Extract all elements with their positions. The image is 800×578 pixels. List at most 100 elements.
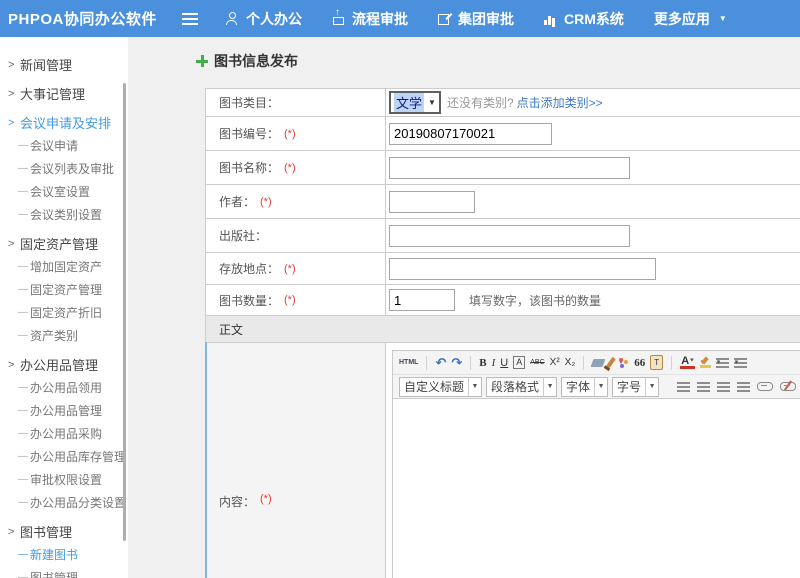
sidebar-item-label: 会议申请 (30, 137, 78, 154)
topbar-nav-item[interactable]: 更多应用 ▼ (654, 9, 727, 29)
align-right-icon[interactable] (717, 382, 730, 392)
paste-icon[interactable]: T (650, 355, 663, 370)
book-name-input[interactable] (389, 157, 630, 179)
topbar-nav-item[interactable]: 个人办公 (226, 9, 302, 29)
sidebar-item[interactable]: 会议室设置 (0, 180, 128, 203)
editor-body[interactable] (393, 399, 800, 578)
category-select[interactable]: 文学 ▼ (389, 91, 441, 114)
align-justify-icon[interactable] (737, 382, 750, 392)
ordered-list-icon[interactable]: ▾ (716, 358, 729, 368)
sidebar-item[interactable]: 固定资产折旧 (0, 301, 128, 324)
sidebar-item[interactable]: 会议申请 (0, 134, 128, 157)
book-no-row: 图书编号： (*) (206, 116, 800, 150)
sidebar-item[interactable]: 办公用品采购 (0, 422, 128, 445)
html-source-icon[interactable]: HTML (399, 357, 418, 369)
required-mark: (*) (284, 263, 296, 275)
unlink-icon[interactable] (780, 382, 796, 391)
sidebar-item[interactable]: 会议列表及审批 (0, 157, 128, 180)
sidebar-item[interactable]: 图书管理 (0, 520, 128, 543)
chevron-right-icon (8, 59, 20, 71)
sidebar-item[interactable]: 办公用品管理 (0, 353, 128, 376)
select-arrow-icon: ▼ (428, 98, 436, 107)
dash-icon (18, 284, 30, 295)
unordered-list-icon[interactable]: ▾ (734, 358, 747, 368)
font-family-select[interactable]: 字体 ▼ (561, 377, 608, 397)
font-size-select[interactable]: 字号 ▼ (612, 377, 659, 397)
chevron-right-icon (8, 359, 20, 371)
strikethrough-icon[interactable]: ABC (530, 357, 544, 369)
sidebar-item[interactable]: 办公用品领用 (0, 376, 128, 399)
sidebar-item-label: 增加固定资产 (30, 258, 102, 275)
quantity-input[interactable] (389, 289, 455, 311)
sidebar-item-label: 资产类别 (30, 327, 78, 344)
dash-icon (18, 209, 30, 220)
required-mark: (*) (284, 294, 296, 306)
content-label: 内容： (219, 493, 255, 510)
color-splash-icon[interactable]: ▾ (618, 357, 629, 368)
category-row: 图书类目： 文学 ▼ 还没有类别? 点击添加类别>> (206, 89, 800, 116)
sidebar-item-label: 办公用品管理 (20, 355, 98, 374)
sidebar-item[interactable]: 新建图书 (0, 543, 128, 566)
sidebar-scrollbar[interactable] (123, 83, 126, 541)
eraser-icon[interactable] (591, 359, 606, 367)
dash-icon (18, 428, 30, 439)
superscript-icon[interactable]: X² (550, 357, 560, 369)
sidebar-item[interactable]: 办公用品管理 (0, 399, 128, 422)
select-arrow-icon: ▼ (645, 378, 658, 396)
italic-icon[interactable]: I (492, 357, 496, 369)
font-box-icon[interactable]: A (513, 356, 525, 369)
publisher-input[interactable] (389, 225, 630, 247)
style-select[interactable]: 自定义标题 ▼ (399, 377, 482, 397)
author-input[interactable] (389, 191, 475, 213)
link-icon[interactable] (757, 382, 773, 391)
sidebar-item[interactable]: 图书管理 (0, 566, 128, 578)
format-brush-icon[interactable] (606, 357, 616, 368)
sidebar-item[interactable]: 固定资产管理 (0, 278, 128, 301)
blockquote-icon[interactable]: 66 (634, 357, 645, 369)
highlight-pen-icon[interactable]: ▾ (700, 357, 711, 368)
sidebar-item[interactable]: 会议类别设置 (0, 203, 128, 226)
sidebar-item[interactable]: 办公用品分类设置 (0, 491, 128, 514)
sidebar-item[interactable]: 固定资产管理 (0, 232, 128, 255)
bold-icon[interactable]: B (479, 357, 486, 369)
sidebar-item-label: 会议申请及安排 (20, 113, 111, 132)
sidebar-item[interactable]: 会议申请及安排 (0, 111, 128, 134)
separator (583, 356, 584, 370)
topbar-nav-item[interactable]: 流程审批 (332, 9, 408, 29)
align-center-icon[interactable] (697, 382, 710, 392)
font-color-icon[interactable]: A▾ (680, 356, 694, 369)
subscript-icon[interactable]: X₂ (565, 357, 576, 369)
select-arrow-icon: ▼ (594, 378, 607, 396)
location-input[interactable] (389, 258, 656, 280)
author-row: 作者： (*) (206, 184, 800, 218)
sidebar-item[interactable]: 新闻管理 (0, 53, 128, 76)
main-content: 图书信息发布 图书类目： 文学 ▼ 还没有类别? 点击添加类别>> 图书编号： … (128, 37, 800, 578)
sidebar-item[interactable]: 大事记管理 (0, 82, 128, 105)
underline-icon[interactable]: U (500, 357, 508, 369)
format-select[interactable]: 段落格式 ▼ (486, 377, 557, 397)
publisher-row: 出版社： (206, 218, 800, 252)
separator (470, 356, 471, 370)
undo-icon[interactable]: ↶ (435, 357, 446, 369)
sidebar-item[interactable]: 增加固定资产 (0, 255, 128, 278)
hamburger-icon[interactable] (182, 13, 198, 25)
sidebar-item-label: 会议室设置 (30, 183, 90, 200)
sidebar-item[interactable]: 资产类别 (0, 324, 128, 347)
author-label: 作者： (219, 193, 255, 210)
redo-icon[interactable]: ↷ (451, 357, 462, 369)
topbar-nav-item[interactable]: 集团审批 (438, 9, 514, 29)
sidebar-item-label: 会议列表及审批 (30, 160, 114, 177)
editor-toolbar-row1: HTML ↶ ↷ BIUA ABC X² X₂ ▾ 66 T A▾ ▾ ▾ ▾ (393, 351, 800, 375)
align-left-icon[interactable] (677, 382, 690, 392)
add-category-link[interactable]: 点击添加类别>> (517, 94, 603, 111)
sidebar-item[interactable]: 审批权限设置 (0, 468, 128, 491)
book-no-input[interactable] (389, 123, 552, 145)
topbar-nav-item[interactable]: CRM系统 (544, 9, 624, 29)
sidebar-item-label: 审批权限设置 (30, 471, 102, 488)
category-hint: 还没有类别? (447, 94, 514, 111)
sidebar-item-label: 办公用品库存管理 (30, 448, 126, 465)
sidebar-item[interactable]: 办公用品库存管理 (0, 445, 128, 468)
caret-down-icon: ▾ (735, 357, 739, 369)
person-icon (226, 12, 239, 25)
sidebar-item-label: 图书管理 (30, 569, 78, 578)
